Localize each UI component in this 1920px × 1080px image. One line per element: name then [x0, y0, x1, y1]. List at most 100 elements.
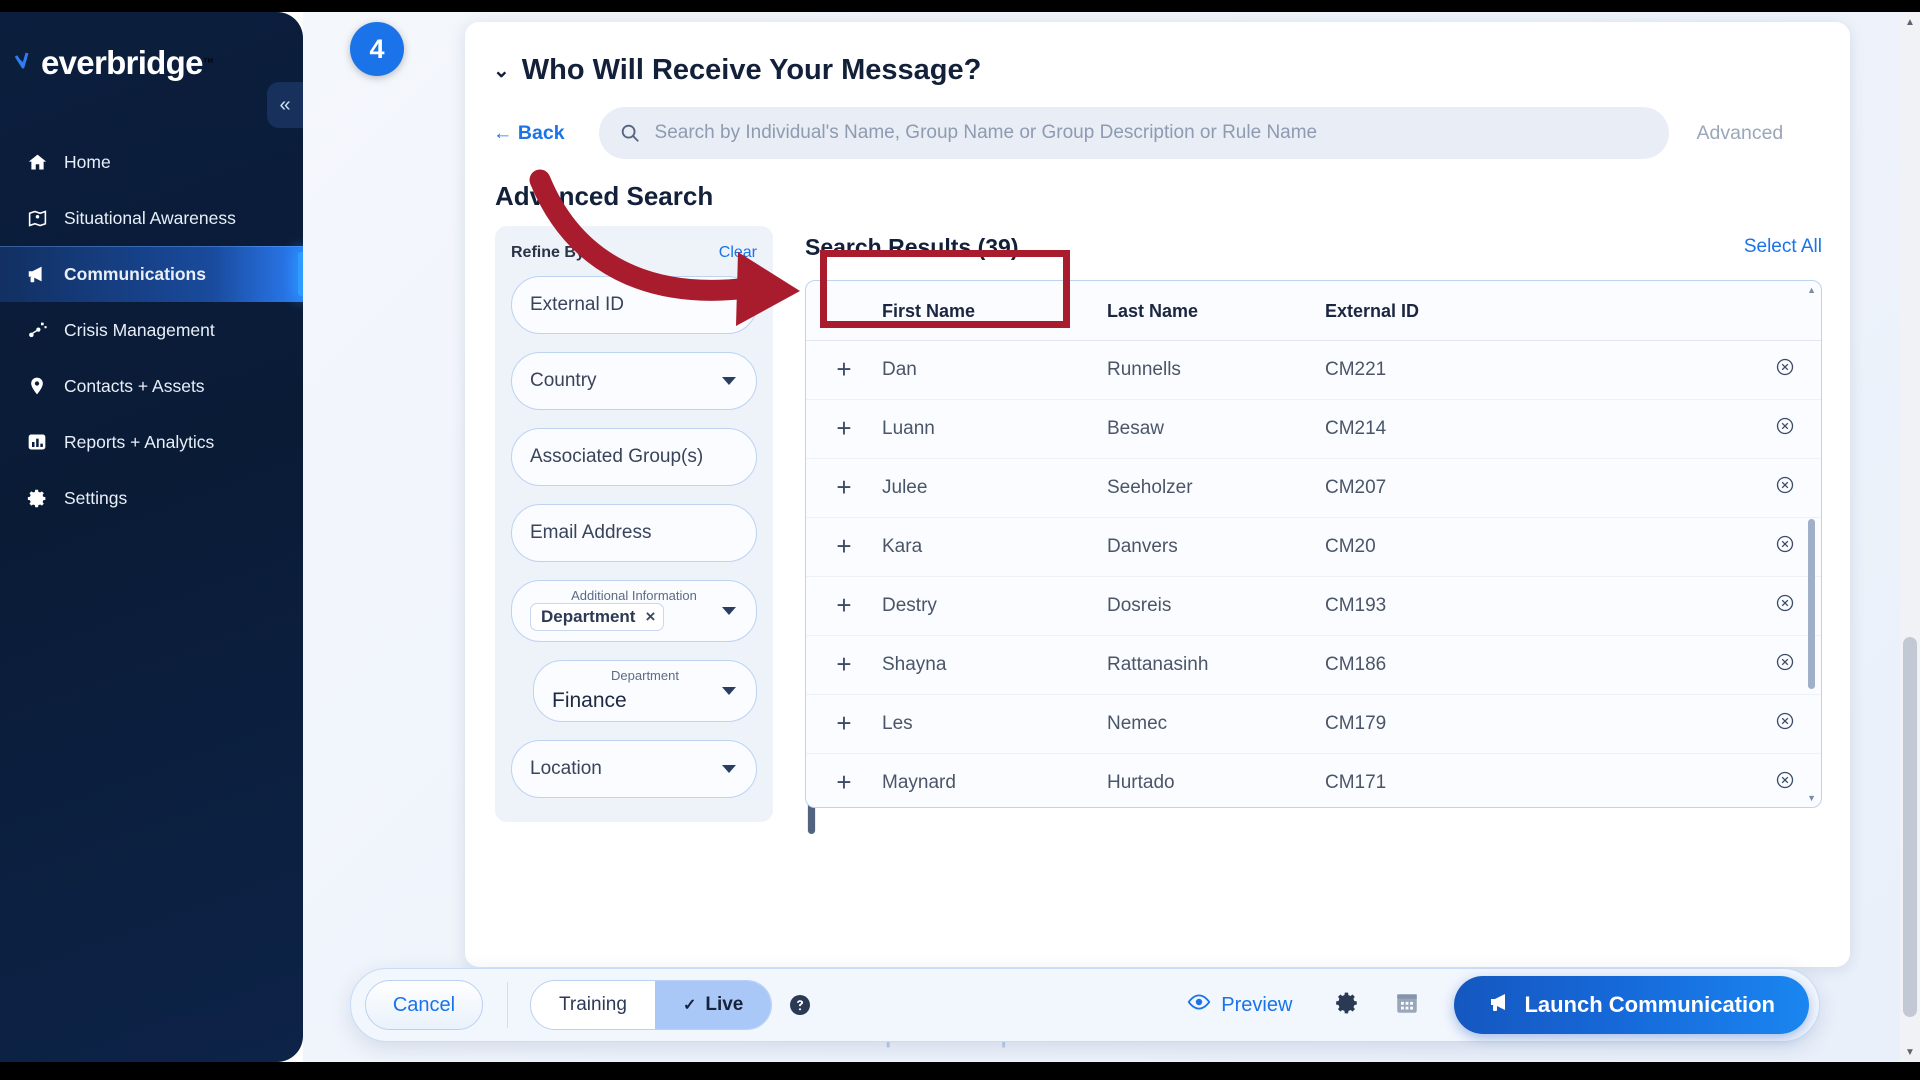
- plus-icon[interactable]: +: [836, 590, 851, 620]
- page-scrollbar[interactable]: ▲ ▼: [1900, 12, 1920, 1062]
- step-badge: 4: [350, 22, 404, 76]
- letterbox-top: [0, 0, 1920, 12]
- cell-external-id: CM193: [1325, 576, 1749, 636]
- action-bar: Cancel Training ✓ Live Preview Launch Co…: [350, 968, 1820, 1042]
- clear-filters-link[interactable]: Clear: [719, 244, 757, 262]
- mode-toggle[interactable]: Training ✓ Live: [530, 980, 773, 1030]
- results-scrollbar[interactable]: ▲ ▼: [1807, 285, 1816, 803]
- calendar-icon: [1394, 990, 1420, 1021]
- brand-logo[interactable]: everbridge ™: [0, 12, 303, 88]
- table-row[interactable]: + Les Nemec CM179: [806, 694, 1821, 754]
- page-title-text: Who Will Receive Your Message?: [521, 54, 982, 86]
- cancel-button[interactable]: Cancel: [365, 980, 483, 1030]
- sidebar-item-communications[interactable]: Communications: [0, 246, 303, 302]
- scroll-up-icon[interactable]: ▲: [1807, 285, 1816, 295]
- cell-last-name: Hurtado: [1107, 753, 1325, 807]
- chip-label: Department: [541, 607, 636, 626]
- remove-circle-icon[interactable]: [1775, 652, 1795, 678]
- gear-icon: [22, 488, 52, 509]
- preview-label: Preview: [1221, 993, 1293, 1016]
- page-scrollbar-thumb[interactable]: [1903, 637, 1917, 1017]
- remove-circle-icon[interactable]: [1775, 357, 1795, 383]
- sidebar-item-settings[interactable]: Settings: [0, 470, 303, 526]
- scroll-down-icon[interactable]: ▼: [1807, 793, 1816, 803]
- search-input[interactable]: [654, 122, 1649, 144]
- cell-last-name: Runnells: [1107, 340, 1325, 400]
- sidebar-item-label: Home: [64, 151, 111, 172]
- chevron-down-icon: [722, 765, 736, 773]
- plus-icon[interactable]: +: [836, 413, 851, 443]
- advanced-link[interactable]: Advanced: [1697, 122, 1784, 145]
- table-row[interactable]: + Luann Besaw CM214: [806, 399, 1821, 459]
- field-email-address[interactable]: Email Address: [511, 504, 757, 562]
- mode-option-label: Training: [559, 994, 627, 1015]
- field-location[interactable]: Location: [511, 740, 757, 798]
- back-button[interactable]: ← Back: [493, 122, 565, 145]
- cell-first-name: Dan: [882, 340, 1107, 400]
- sidebar-item-home[interactable]: Home: [0, 134, 303, 190]
- sidebar-item-crisis-management[interactable]: Crisis Management: [0, 302, 303, 358]
- sidebar-nav: Home Situational Awareness Communication…: [0, 134, 303, 526]
- search-results-table: First Name Last Name External ID + Dan R…: [806, 281, 1821, 807]
- mode-option-training[interactable]: Training: [531, 981, 655, 1029]
- table-row[interactable]: + Julee Seeholzer CM207: [806, 458, 1821, 518]
- table-row[interactable]: + Dan Runnells CM221: [806, 340, 1821, 400]
- bar-chart-icon: [22, 432, 52, 452]
- chip-department[interactable]: Department ×: [530, 603, 665, 631]
- cell-external-id: CM179: [1325, 694, 1749, 754]
- table-row[interactable]: + Kara Danvers CM20: [806, 517, 1821, 577]
- sidebar-item-label: Settings: [64, 487, 128, 508]
- close-icon[interactable]: ×: [645, 607, 655, 627]
- calendar-button[interactable]: [1394, 990, 1420, 1021]
- field-associated-groups[interactable]: Associated Group(s): [511, 428, 757, 486]
- results-scrollbar-thumb[interactable]: [1808, 519, 1815, 689]
- cell-last-name: Seeholzer: [1107, 458, 1325, 518]
- advanced-search-title: Advanced Search: [495, 181, 714, 211]
- page-scroll-up-icon[interactable]: ▲: [1900, 12, 1920, 32]
- cell-first-name: Maynard: [882, 753, 1107, 807]
- remove-circle-icon[interactable]: [1775, 416, 1795, 442]
- arrow-left-icon: ←: [493, 121, 513, 144]
- mode-option-live[interactable]: ✓ Live: [654, 981, 772, 1029]
- plus-icon[interactable]: +: [836, 767, 851, 797]
- plus-icon[interactable]: +: [836, 649, 851, 679]
- sidebar-item-situational-awareness[interactable]: Situational Awareness: [0, 190, 303, 246]
- sidebar-item-reports-analytics[interactable]: Reports + Analytics: [0, 414, 303, 470]
- col-header-last-name[interactable]: Last Name: [1107, 281, 1325, 341]
- page-scroll-down-icon[interactable]: ▼: [1900, 1042, 1920, 1062]
- col-header-external-id[interactable]: External ID: [1325, 281, 1749, 341]
- megaphone-icon: [1488, 990, 1512, 1020]
- search-box[interactable]: [598, 107, 1669, 159]
- plus-icon[interactable]: +: [836, 354, 851, 384]
- chevron-down-icon[interactable]: ⌄: [493, 58, 510, 83]
- cell-first-name: Julee: [882, 458, 1107, 518]
- remove-circle-icon[interactable]: [1775, 711, 1795, 737]
- brand-name: everbridge: [41, 44, 203, 81]
- select-all-link[interactable]: Select All: [1744, 236, 1822, 258]
- check-icon: ✓: [682, 997, 697, 1014]
- plus-icon[interactable]: +: [836, 708, 851, 738]
- sidebar-item-contacts-assets[interactable]: Contacts + Assets: [0, 358, 303, 414]
- table-row[interactable]: + Destry Dosreis CM193: [806, 576, 1821, 636]
- remove-circle-icon[interactable]: [1775, 770, 1795, 796]
- remove-circle-icon[interactable]: [1775, 475, 1795, 501]
- field-additional-information[interactable]: Additional Information Department ×: [511, 580, 757, 642]
- everbridge-check-icon: [14, 49, 48, 77]
- plus-icon[interactable]: +: [836, 531, 851, 561]
- launch-communication-button[interactable]: Launch Communication: [1454, 976, 1809, 1034]
- remove-circle-icon[interactable]: [1775, 593, 1795, 619]
- preview-button[interactable]: Preview: [1187, 990, 1292, 1020]
- table-row[interactable]: + Maynard Hurtado CM171: [806, 753, 1821, 807]
- plus-icon[interactable]: +: [836, 472, 851, 502]
- table-row[interactable]: + Shayna Rattanasinh CM186: [806, 635, 1821, 695]
- field-external-id[interactable]: External ID: [511, 276, 757, 334]
- eye-icon: [1187, 990, 1211, 1020]
- settings-button[interactable]: [1334, 990, 1360, 1021]
- sidebar-collapse-button[interactable]: «: [267, 82, 303, 128]
- field-department-select[interactable]: Department Finance: [533, 660, 757, 722]
- sidebar-item-label: Situational Awareness: [64, 207, 236, 228]
- field-country[interactable]: Country: [511, 352, 757, 410]
- remove-circle-icon[interactable]: [1775, 534, 1795, 560]
- field-label: Associated Group(s): [530, 446, 704, 467]
- help-circle-icon[interactable]: [788, 993, 812, 1017]
